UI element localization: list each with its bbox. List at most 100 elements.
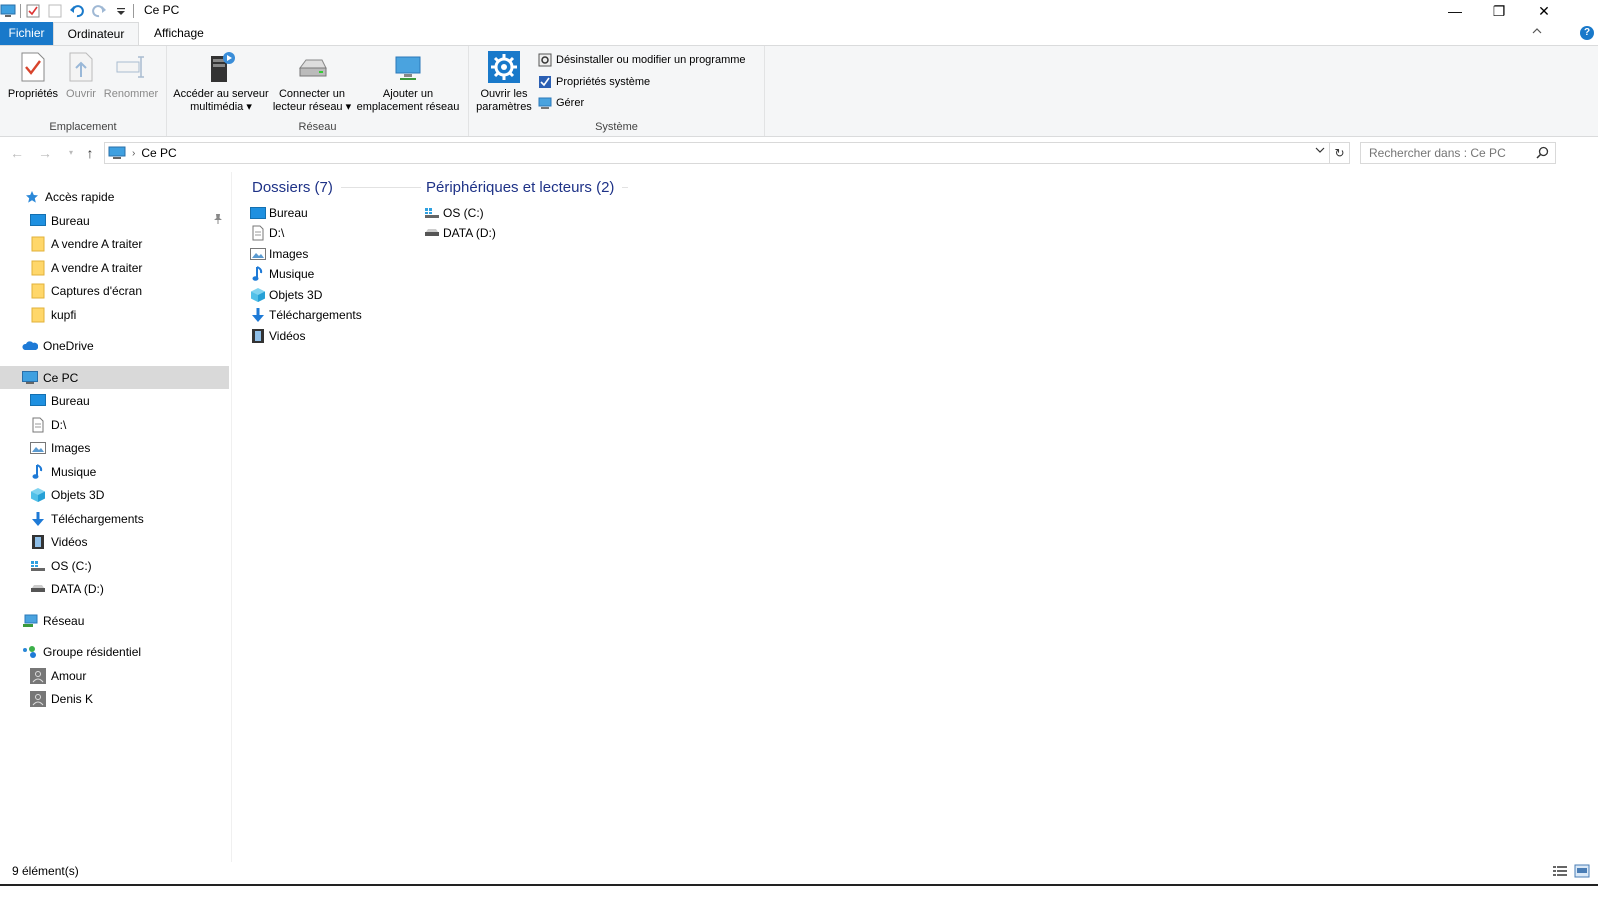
nav-label: DATA (D:) — [51, 581, 104, 596]
properties-label: Propriétés — [7, 88, 59, 100]
group-label-reseau: Réseau — [298, 121, 337, 133]
folder-videos[interactable]: Vidéos — [250, 326, 305, 346]
open-settings-button[interactable]: Ouvrir les paramètres — [473, 50, 535, 114]
nav-pc-images[interactable]: Images — [0, 436, 229, 459]
computer-icon — [22, 370, 38, 386]
open-button[interactable]: Ouvrir — [62, 50, 100, 101]
manage-button[interactable]: Gérer — [537, 93, 584, 113]
nav-quick-kupfi[interactable]: kupfi — [0, 303, 229, 326]
toolbar-divider — [133, 4, 134, 18]
properties-icon[interactable] — [25, 3, 41, 19]
nav-homegroup[interactable]: Groupe résidentiel — [0, 640, 229, 663]
customize-toolbar-icon[interactable] — [113, 3, 129, 19]
manage-icon — [537, 95, 553, 111]
nav-quick-captures[interactable]: Captures d'écran — [0, 279, 229, 302]
nav-quick-bureau[interactable]: Bureau — [0, 209, 229, 232]
map-network-drive-button[interactable]: Connecter un lecteur réseau ▾ — [271, 50, 353, 114]
media-server-label-line2: multimédia ▾ — [190, 101, 252, 113]
folders-group-header[interactable]: Dossiers (7) — [252, 179, 421, 196]
help-icon[interactable]: ? — [1580, 26, 1594, 40]
homegroup-icon — [22, 644, 38, 660]
nav-label: Accès rapide — [45, 189, 115, 204]
status-bar: 9 élément(s) — [0, 862, 1598, 884]
properties-button[interactable]: Propriétés — [6, 50, 60, 101]
breadcrumb-ce-pc[interactable]: Ce PC — [141, 146, 176, 160]
computer-icon[interactable] — [0, 3, 16, 19]
up-arrow-icon[interactable]: ↑ — [81, 144, 99, 162]
redo-icon[interactable] — [91, 3, 107, 19]
header-divider — [340, 187, 421, 188]
nav-label: Objets 3D — [51, 487, 105, 502]
close-button[interactable]: ✕ — [1521, 0, 1567, 22]
folder-bureau[interactable]: Bureau — [250, 203, 308, 223]
drive-data-d[interactable]: DATA (D:) — [424, 223, 496, 243]
back-arrow-icon[interactable]: ← — [8, 144, 26, 162]
restore-button[interactable]: ❐ — [1476, 0, 1522, 22]
desktop-icon — [250, 205, 266, 221]
nav-label: Amour — [51, 668, 87, 683]
map-drive-label: lecteur réseau — [272, 101, 343, 113]
tab-computer[interactable]: Ordinateur — [53, 22, 139, 46]
details-view-icon[interactable] — [1552, 864, 1568, 881]
large-icons-view-icon[interactable] — [1574, 864, 1590, 881]
address-dropdown-icon[interactable] — [1315, 146, 1325, 157]
rename-label: Renommer — [103, 88, 159, 100]
recent-locations-chevron-icon[interactable]: ▾ — [62, 144, 80, 162]
nav-pc-os-c[interactable]: OS (C:) — [0, 554, 229, 577]
folder-telechargements[interactable]: Téléchargements — [250, 305, 362, 325]
collapse-ribbon-icon[interactable] — [1532, 26, 1542, 38]
new-folder-icon[interactable] — [47, 3, 63, 19]
nav-homegroup-amour[interactable]: Amour — [0, 664, 229, 687]
nav-quick-access[interactable]: Accès rapide — [0, 185, 229, 208]
drive-os-c[interactable]: OS (C:) — [424, 203, 484, 223]
nav-label: Réseau — [43, 613, 85, 628]
uninstall-program-button[interactable]: Désinstaller ou modifier un programme — [537, 50, 746, 70]
media-server-button[interactable]: Accéder au serveur multimédia ▾ — [171, 50, 271, 114]
folders-header-label: Dossiers (7) — [252, 179, 333, 196]
nav-pc-telechargements[interactable]: Téléchargements — [0, 507, 229, 530]
forward-arrow-icon[interactable]: → — [36, 144, 54, 162]
nav-homegroup-denis-k[interactable]: Denis K — [0, 687, 229, 710]
folder-icon — [30, 283, 46, 299]
nav-pc-data-d[interactable]: DATA (D:) — [0, 577, 229, 600]
folder-images[interactable]: Images — [250, 244, 308, 264]
hard-drive-icon — [30, 581, 46, 597]
content-pane: Dossiers (7) Périphériques et lecteurs (… — [240, 172, 1590, 862]
nav-pc-musique[interactable]: Musique — [0, 460, 229, 483]
rename-button[interactable]: Renommer — [102, 50, 160, 101]
minimize-button[interactable]: — — [1432, 0, 1478, 22]
uninstall-label: Désinstaller ou modifier un programme — [556, 54, 746, 66]
nav-quick-a-vendre-1[interactable]: A vendre A traiter — [0, 232, 229, 255]
drive-label: DATA (D:) — [443, 226, 496, 240]
breadcrumb-chevron-icon[interactable]: › — [132, 148, 135, 159]
nav-this-pc[interactable]: Ce PC — [0, 366, 229, 389]
nav-label: OneDrive — [43, 338, 94, 353]
group-reseau: Accéder au serveur multimédia ▾ Connecte… — [167, 46, 469, 136]
address-bar[interactable]: › Ce PC — [104, 142, 1330, 164]
nav-quick-a-vendre-2[interactable]: A vendre A traiter — [0, 256, 229, 279]
nav-label: Téléchargements — [51, 511, 144, 526]
add-network-location-button[interactable]: Ajouter un emplacement réseau — [355, 50, 461, 114]
folder-d[interactable]: D:\ — [250, 223, 284, 243]
nav-network[interactable]: Réseau — [0, 609, 229, 632]
search-icon[interactable] — [1536, 146, 1549, 162]
folder-objets-3d[interactable]: Objets 3D — [250, 285, 322, 305]
tab-view[interactable]: Affichage — [144, 22, 214, 45]
document-icon — [30, 417, 46, 433]
nav-pc-bureau[interactable]: Bureau — [0, 389, 229, 412]
system-properties-label: Propriétés système — [556, 76, 651, 88]
folder-musique[interactable]: Musique — [250, 264, 314, 284]
undo-icon[interactable] — [69, 3, 85, 19]
pin-icon[interactable] — [213, 213, 223, 228]
system-properties-button[interactable]: Propriétés système — [537, 72, 650, 92]
nav-pc-videos[interactable]: Vidéos — [0, 530, 229, 553]
tab-file[interactable]: Fichier — [0, 22, 53, 45]
nav-pc-d[interactable]: D:\ — [0, 413, 229, 436]
search-input[interactable] — [1360, 142, 1556, 164]
user-avatar-icon — [30, 690, 46, 707]
nav-pc-objets-3d[interactable]: Objets 3D — [0, 483, 229, 506]
nav-onedrive[interactable]: OneDrive — [0, 334, 229, 357]
devices-group-header[interactable]: Périphériques et lecteurs (2) — [426, 179, 629, 196]
refresh-icon[interactable]: ↻ — [1330, 142, 1350, 164]
nav-label: Vidéos — [51, 534, 88, 549]
